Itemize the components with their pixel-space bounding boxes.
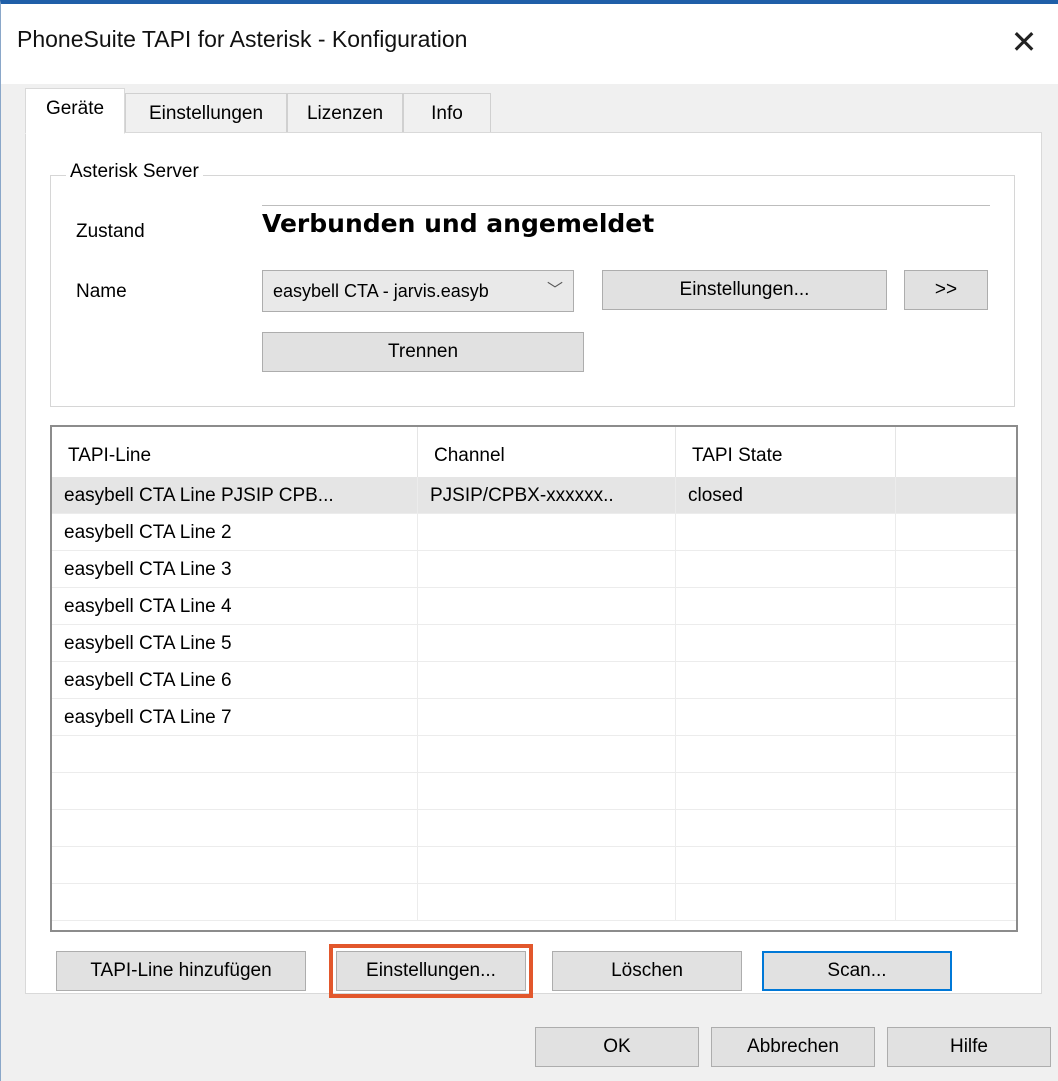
- cell-tapi-line: easybell CTA Line 6: [52, 662, 418, 699]
- line-settings-button[interactable]: Einstellungen...: [329, 944, 533, 998]
- column-header-channel[interactable]: Channel: [418, 427, 676, 477]
- cell-tapi-line: [52, 847, 418, 884]
- table-header: TAPI-Line Channel TAPI State: [52, 427, 1016, 477]
- tab-einstellungen[interactable]: Einstellungen: [125, 93, 287, 133]
- cell-tapi-state: [676, 625, 896, 662]
- cell-empty: [896, 588, 1016, 625]
- cell-tapi-line: [52, 736, 418, 773]
- cell-tapi-state: [676, 514, 896, 551]
- cell-tapi-state: [676, 551, 896, 588]
- close-icon[interactable]: ✕: [1004, 20, 1044, 64]
- title-bar: PhoneSuite TAPI for Asterisk - Konfigura…: [1, 4, 1058, 84]
- table-row[interactable]: [52, 773, 1016, 810]
- more-button[interactable]: >>: [904, 270, 988, 310]
- column-header-tapi-line[interactable]: TAPI-Line: [52, 427, 418, 477]
- cell-empty: [896, 514, 1016, 551]
- name-label: Name: [76, 281, 127, 302]
- cell-empty: [896, 477, 1016, 514]
- table-row[interactable]: [52, 884, 1016, 921]
- table-row[interactable]: [52, 810, 1016, 847]
- scan-button[interactable]: Scan...: [762, 951, 952, 991]
- table-row[interactable]: easybell CTA Line 7: [52, 699, 1016, 736]
- cell-tapi-line: [52, 884, 418, 921]
- server-settings-button[interactable]: Einstellungen...: [602, 270, 887, 310]
- add-tapi-line-button[interactable]: TAPI-Line hinzufügen: [56, 951, 306, 991]
- cell-tapi-line: easybell CTA Line 5: [52, 625, 418, 662]
- table-row[interactable]: [52, 847, 1016, 884]
- window-title: PhoneSuite TAPI for Asterisk - Konfigura…: [17, 26, 468, 52]
- table-row[interactable]: easybell CTA Line 3: [52, 551, 1016, 588]
- tab-lizenzen[interactable]: Lizenzen: [287, 93, 403, 133]
- cell-empty: [896, 773, 1016, 810]
- cell-empty: [896, 625, 1016, 662]
- chevron-down-icon: ﹀: [546, 282, 563, 299]
- table-row[interactable]: [52, 736, 1016, 773]
- cell-channel: [418, 699, 676, 736]
- table-row[interactable]: easybell CTA Line 4: [52, 588, 1016, 625]
- cell-tapi-line: easybell CTA Line 2: [52, 514, 418, 551]
- cell-tapi-line: easybell CTA Line PJSIP CPB...: [52, 477, 418, 514]
- cell-tapi-state: [676, 847, 896, 884]
- tab-panel-geraete: Asterisk Server Zustand Verbunden und an…: [25, 132, 1042, 998]
- help-button[interactable]: Hilfe: [887, 1027, 1051, 1067]
- tapi-lines-table[interactable]: TAPI-Line Channel TAPI State easybell CT…: [50, 425, 1018, 932]
- cell-empty: [896, 810, 1016, 847]
- cell-channel: PJSIP/CPBX-xxxxxx..: [418, 477, 676, 514]
- server-name-select[interactable]: easybell CTA - jarvis.easyb ﹀: [262, 270, 574, 312]
- cell-channel: [418, 625, 676, 662]
- cell-tapi-line: easybell CTA Line 7: [52, 699, 418, 736]
- cell-empty: [896, 847, 1016, 884]
- cell-empty: [896, 551, 1016, 588]
- cell-empty: [896, 736, 1016, 773]
- cell-channel: [418, 736, 676, 773]
- cell-empty: [896, 662, 1016, 699]
- cell-channel: [418, 773, 676, 810]
- cell-tapi-state: [676, 884, 896, 921]
- delete-button[interactable]: Löschen: [552, 951, 742, 991]
- column-header-tapi-state[interactable]: TAPI State: [676, 427, 896, 477]
- cell-channel: [418, 884, 676, 921]
- ok-button[interactable]: OK: [535, 1027, 699, 1067]
- group-title: Asterisk Server: [66, 161, 203, 183]
- cell-tapi-line: [52, 810, 418, 847]
- disconnect-button[interactable]: Trennen: [262, 332, 584, 372]
- cell-empty: [896, 699, 1016, 736]
- cell-tapi-state: [676, 588, 896, 625]
- cell-tapi-state: [676, 662, 896, 699]
- cell-channel: [418, 662, 676, 699]
- cell-channel: [418, 514, 676, 551]
- cell-channel: [418, 810, 676, 847]
- tab-info[interactable]: Info: [403, 93, 491, 133]
- cell-tapi-state: [676, 736, 896, 773]
- cell-tapi-line: easybell CTA Line 4: [52, 588, 418, 625]
- table-row[interactable]: easybell CTA Line PJSIP CPB... PJSIP/CPBX…: [52, 477, 1016, 514]
- cancel-button[interactable]: Abbrechen: [711, 1027, 875, 1067]
- tab-geraete[interactable]: Geräte: [25, 88, 125, 134]
- cell-tapi-state: [676, 773, 896, 810]
- table-row[interactable]: easybell CTA Line 2: [52, 514, 1016, 551]
- cell-channel: [418, 588, 676, 625]
- cell-tapi-state: [676, 699, 896, 736]
- connection-status: Verbunden und angemeldet: [262, 209, 655, 238]
- cell-tapi-state: closed: [676, 477, 896, 514]
- cell-tapi-line: easybell CTA Line 3: [52, 551, 418, 588]
- config-window: PhoneSuite TAPI for Asterisk - Konfigura…: [0, 0, 1058, 1081]
- cell-channel: [418, 847, 676, 884]
- cell-empty: [896, 884, 1016, 921]
- cell-tapi-line: [52, 773, 418, 810]
- cell-tapi-state: [676, 810, 896, 847]
- table-row[interactable]: easybell CTA Line 6: [52, 662, 1016, 699]
- cell-channel: [418, 551, 676, 588]
- status-separator: [262, 205, 990, 206]
- server-name-value: easybell CTA - jarvis.easyb: [273, 281, 489, 301]
- state-label: Zustand: [76, 221, 145, 242]
- table-row[interactable]: easybell CTA Line 5: [52, 625, 1016, 662]
